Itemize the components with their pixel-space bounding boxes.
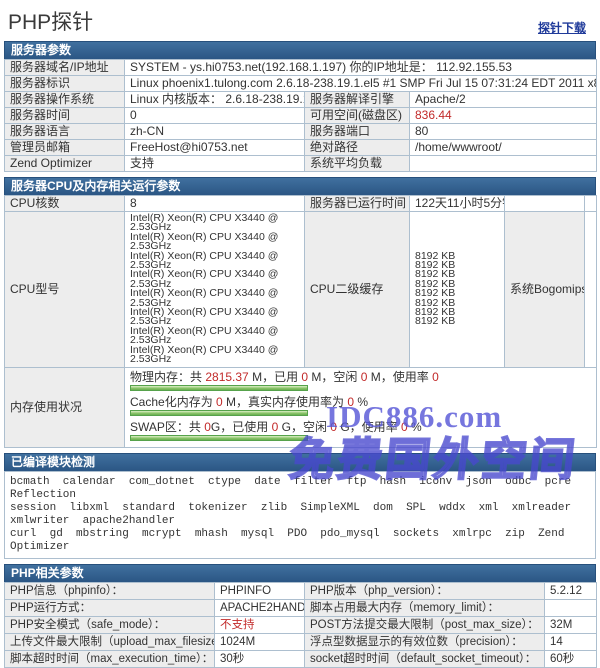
- table-row: CPU型号 Intel(R) Xeon(R) CPU X3440 @ 2.53G…: [5, 212, 597, 368]
- php-params-table: PHP信息（phpinfo）： PHPINFO PHP版本（php_versio…: [4, 582, 597, 668]
- table-row: 服务器域名/IP地址 SYSTEM - ys.hi0753.net(192.16…: [5, 60, 597, 76]
- server-port-value: 80: [410, 124, 597, 140]
- table-row: 服务器时间 0 可用空间(磁盘区) 836.44: [5, 108, 597, 124]
- memory-limit-label: 脚本占用最大内存（memory_limit）：: [305, 599, 545, 616]
- table-row: Zend Optimizer 支持 系统平均负载: [5, 156, 597, 172]
- phpinfo-value: PHPINFO: [215, 582, 305, 599]
- server-zend-value: 支持: [125, 156, 305, 172]
- table-row: 脚本超时时间（max_execution_time）： 30秒 socket超时…: [5, 650, 597, 667]
- cpu-cache-list: 8192 KB 8192 KB 8192 KB 8192 KB 8192 KB …: [415, 252, 499, 327]
- section-header-php-params: PHP相关参数: [4, 564, 596, 582]
- server-os-label: 服务器操作系统: [5, 92, 125, 108]
- server-disk-label: 可用空间(磁盘区): [305, 108, 410, 124]
- table-row: PHP信息（phpinfo）： PHPINFO PHP版本（php_versio…: [5, 582, 597, 599]
- max-execution-time-label: 脚本超时时间（max_execution_time）：: [5, 650, 215, 667]
- php-version-label: PHP版本（php_version）：: [305, 582, 545, 599]
- uptime-value: 122天11小时5分钟: [410, 196, 505, 212]
- swap-line: SWAP区：共 0G，已使用 0 G，空闲 0 G，使用率 0 %: [130, 420, 591, 434]
- top-bar: PHP探针 探针下载: [4, 3, 596, 41]
- server-port-label: 服务器端口: [305, 124, 410, 140]
- socket-timeout-value: 60秒: [545, 650, 597, 667]
- cpu-model-label: CPU型号: [5, 212, 125, 368]
- physical-memory-bar: [130, 385, 308, 391]
- php-version-value: 5.2.12: [545, 582, 597, 599]
- cpu-cores-label: CPU核数: [5, 196, 125, 212]
- server-load-label: 系统平均负载: [305, 156, 410, 172]
- server-load-value: [410, 156, 597, 172]
- php-sapi-value: APACHE2HANDLER: [215, 599, 305, 616]
- server-path-label: 绝对路径: [305, 140, 410, 156]
- physical-memory-line: 物理内存：共 2815.37 M，已用 0 M，空闲 0 M，使用率 0: [130, 370, 591, 384]
- server-mail-label: 管理员邮箱: [5, 140, 125, 156]
- php-sapi-label: PHP运行方式：: [5, 599, 215, 616]
- server-domain-label: 服务器域名/IP地址: [5, 60, 125, 76]
- safe-mode-label: PHP安全模式（safe_mode）：: [5, 616, 215, 633]
- server-disk-value: 836.44: [410, 108, 597, 124]
- table-row: 服务器语言 zh-CN 服务器端口 80: [5, 124, 597, 140]
- bogomips-label: 系统Bogomips: [505, 212, 585, 368]
- swap-bar: [130, 435, 308, 441]
- max-execution-time-value: 30秒: [215, 650, 305, 667]
- table-row: PHP运行方式： APACHE2HANDLER 脚本占用最大内存（memory_…: [5, 599, 597, 616]
- safe-mode-value: 不支持: [215, 616, 305, 633]
- section-header-server-params: 服务器参数: [4, 41, 596, 59]
- table-row: PHP安全模式（safe_mode）： 不支持 POST方法提交最大限制（pos…: [5, 616, 597, 633]
- upload-max-filesize-value: 1024M: [215, 633, 305, 650]
- cpu-cache-label: CPU二级缓存: [305, 212, 410, 368]
- server-ident-value: Linux phoenix1.tulong.com 2.6.18-238.19.…: [125, 76, 597, 92]
- cache-memory-bar: [130, 410, 308, 416]
- section-header-cpu-memory: 服务器CPU及内存相关运行参数: [4, 177, 596, 195]
- cache-memory-line: Cache化内存为 0 M，真实内存使用率为 0 %: [130, 395, 591, 409]
- table-row: 上传文件最大限制（upload_max_filesize）： 1024M 浮点型…: [5, 633, 597, 650]
- memory-usage-label: 内存使用状况: [5, 367, 125, 447]
- server-engine-label: 服务器解译引擎: [305, 92, 410, 108]
- server-os-value: Linux 内核版本： 2.6.18-238.19.1.el5: [125, 92, 305, 108]
- memory-usage-cell: 物理内存：共 2815.37 M，已用 0 M，空闲 0 M，使用率 0 Cac…: [125, 367, 597, 447]
- page: PHP探针 探针下载 服务器参数 服务器域名/IP地址 SYSTEM - ys.…: [0, 0, 600, 668]
- compiled-modules-list: bcmath calendar com_dotnet ctype date fi…: [4, 471, 596, 559]
- precision-label: 浮点型数据显示的有效位数（precision）：: [305, 633, 545, 650]
- post-max-size-label: POST方法提交最大限制（post_max_size）：: [305, 616, 545, 633]
- server-lang-value: zh-CN: [125, 124, 305, 140]
- server-time-label: 服务器时间: [5, 108, 125, 124]
- precision-value: 14: [545, 633, 597, 650]
- server-ident-label: 服务器标识: [5, 76, 125, 92]
- cpu-cores-value: 8: [125, 196, 305, 212]
- server-path-value: /home/wwwroot/: [410, 140, 597, 156]
- server-mail-value: FreeHost@hi0753.net: [125, 140, 305, 156]
- empty-cell: [585, 196, 597, 212]
- server-time-value: 0: [125, 108, 305, 124]
- post-max-size-value: 32M: [545, 616, 597, 633]
- table-row: 服务器操作系统 Linux 内核版本： 2.6.18-238.19.1.el5 …: [5, 92, 597, 108]
- table-row: CPU核数 8 服务器已运行时间 122天11小时5分钟: [5, 196, 597, 212]
- table-row: 内存使用状况 物理内存：共 2815.37 M，已用 0 M，空闲 0 M，使用…: [5, 367, 597, 447]
- table-row: 服务器标识 Linux phoenix1.tulong.com 2.6.18-2…: [5, 76, 597, 92]
- section-header-modules: 已编译模块检测: [4, 453, 596, 471]
- upload-max-filesize-label: 上传文件最大限制（upload_max_filesize）：: [5, 633, 215, 650]
- server-params-table: 服务器域名/IP地址 SYSTEM - ys.hi0753.net(192.16…: [4, 59, 597, 172]
- phpinfo-label: PHP信息（phpinfo）：: [5, 582, 215, 599]
- empty-cell: [505, 196, 585, 212]
- probe-download-link[interactable]: 探针下载: [538, 19, 586, 36]
- server-zend-label: Zend Optimizer: [5, 156, 125, 172]
- memory-limit-value: [545, 599, 597, 616]
- table-row: 管理员邮箱 FreeHost@hi0753.net 绝对路径 /home/www…: [5, 140, 597, 156]
- cpu-model-list: Intel(R) Xeon(R) CPU X3440 @ 2.53GHz Int…: [130, 214, 299, 365]
- server-lang-label: 服务器语言: [5, 124, 125, 140]
- server-engine-value: Apache/2: [410, 92, 597, 108]
- cpu-memory-table: CPU核数 8 服务器已运行时间 122天11小时5分钟 CPU型号 Intel…: [4, 195, 597, 448]
- socket-timeout-label: socket超时时间（default_socket_timeout）：: [305, 650, 545, 667]
- bogomips-value: [585, 212, 597, 368]
- uptime-label: 服务器已运行时间: [305, 196, 410, 212]
- server-domain-value: SYSTEM - ys.hi0753.net(192.168.1.197) 你的…: [125, 60, 597, 76]
- page-title: PHP探针: [8, 6, 93, 36]
